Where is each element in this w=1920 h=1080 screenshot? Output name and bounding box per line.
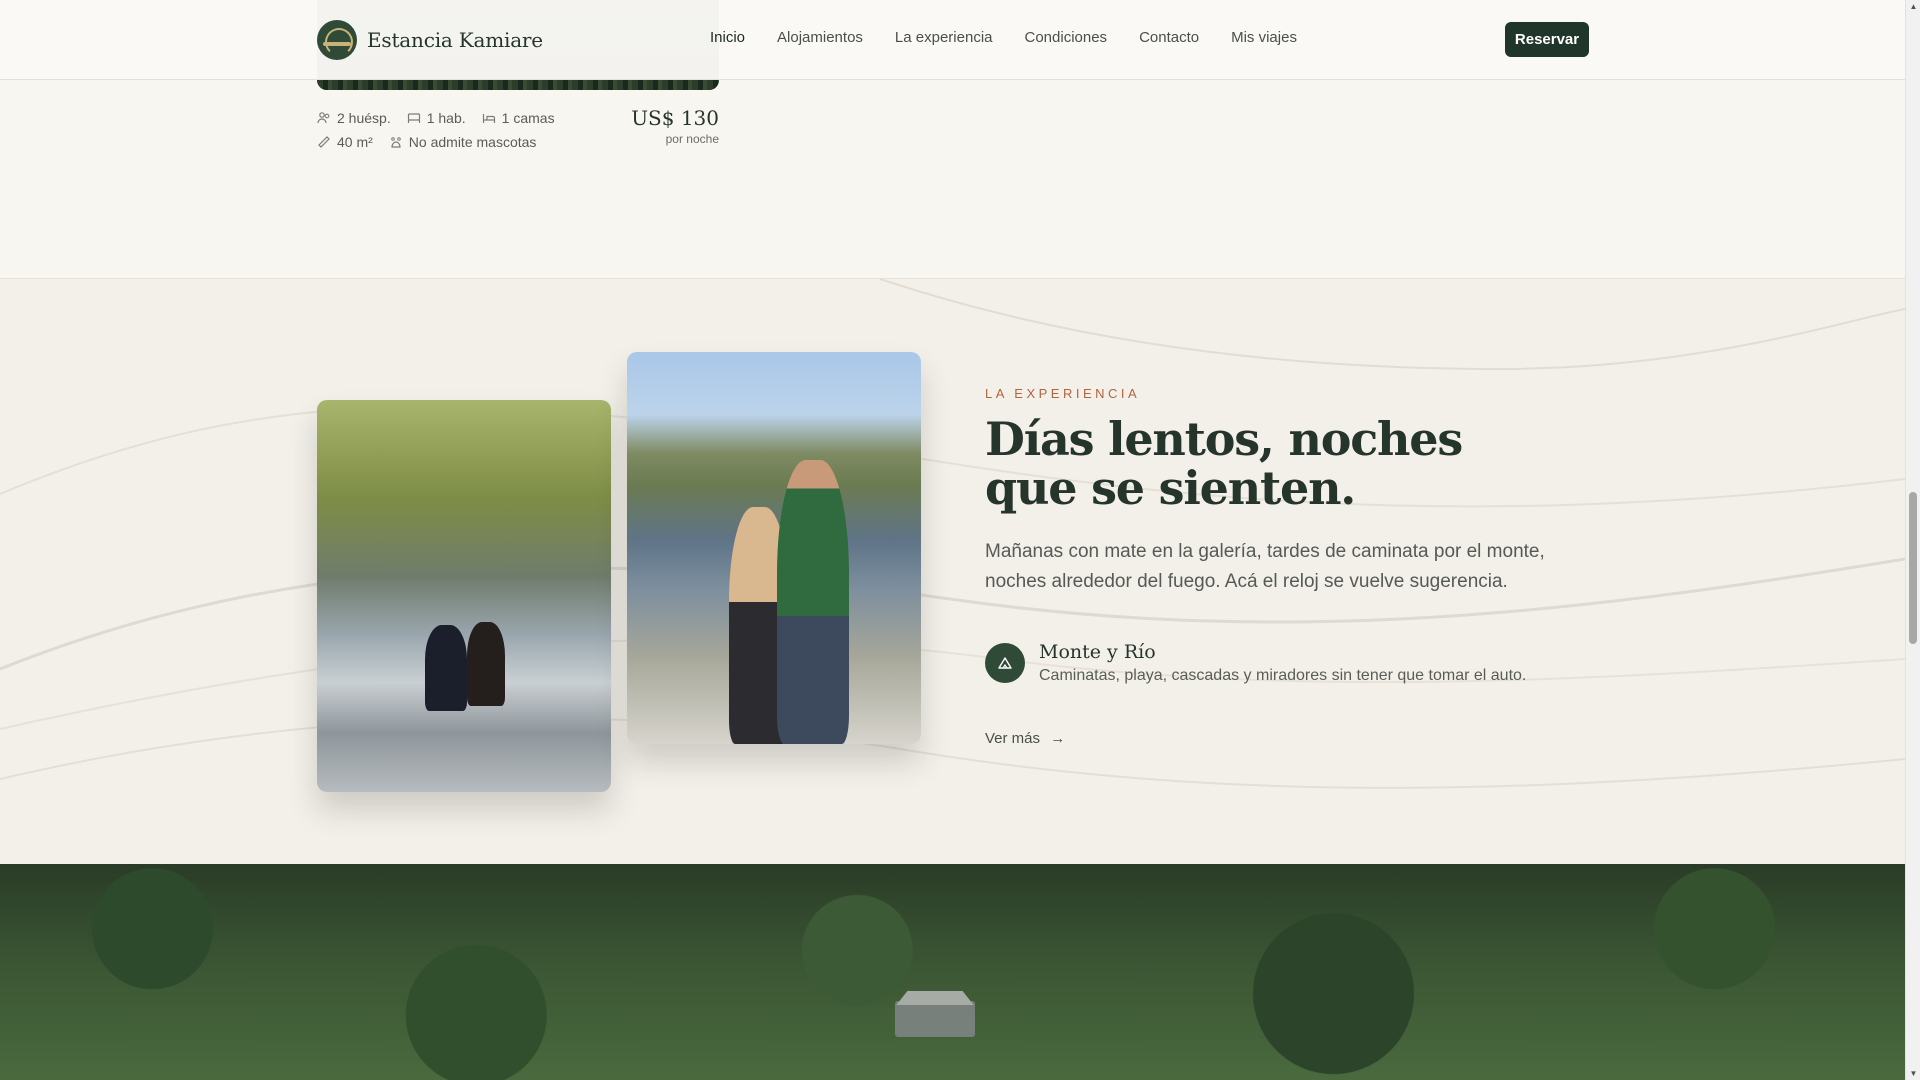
scroll-up-arrow-icon[interactable]: ▲ [1909,2,1918,11]
logo-emblem-icon [317,20,357,60]
nav-item-condiciones[interactable]: Condiciones [1025,29,1108,46]
spec-rooms: 1 hab. [407,110,466,126]
section-lead: Mañanas con mate en la galería, tardes d… [985,541,1545,592]
bed-icon [482,111,496,125]
mountain-icon [985,643,1025,683]
spec-beds: 1 camas [482,110,555,126]
scroll-down-arrow-icon[interactable]: ▼ [1909,1069,1918,1078]
house-roof-shape [895,1001,975,1037]
photo-couple-standing-river [627,352,921,744]
nav-item-la-experiencia[interactable]: La experiencia [895,29,993,46]
feature-description: Caminatas, playa, cascadas y miradores s… [1039,667,1527,684]
reserve-button[interactable]: Reservar [1505,22,1589,57]
feature-title: Monte y Río [1039,641,1156,663]
aerial-forest-image [0,864,1905,1080]
price-value: US$ 130 [631,106,719,130]
see-more-link[interactable]: Ver más → [985,730,1065,747]
arrow-right-icon: → [1050,730,1066,747]
experience-section: LA EXPERIENCIA Días lentos, noches que s… [0,278,1905,864]
bedroom-icon [407,111,421,125]
price-unit: por noche [665,132,719,146]
brand-logo[interactable]: Estancia Kamiare [317,20,543,60]
nav-item-inicio[interactable]: Inicio [710,29,745,46]
main-nav: Inicio Alojamientos La experiencia Condi… [710,29,1297,46]
feature-monte-rio: Monte y Río Caminatas, playa, cascadas y… [985,640,1526,685]
nav-item-mis-viajes[interactable]: Mis viajes [1231,29,1297,46]
paw-icon [389,135,403,149]
section-heading: Días lentos, noches que se sienten. [985,412,1463,515]
nav-item-contacto[interactable]: Contacto [1139,29,1199,46]
listing-specs: 2 huésp. 1 hab. 1 camas 40 m² No admite … [317,106,719,154]
page-scrollbar[interactable]: ▲ ▼ [1905,0,1920,1080]
spec-guests: 2 huésp. [317,110,391,126]
site-header: Estancia Kamiare Inicio Alojamientos La … [0,0,1905,80]
listing-price: US$ 130 por noche [631,106,719,146]
spec-pets: No admite mascotas [389,134,536,150]
guests-icon [317,111,331,125]
nav-item-alojamientos[interactable]: Alojamientos [777,29,863,46]
spec-area: 40 m² [317,134,373,150]
ruler-icon [317,135,331,149]
decorative-wave-lines [0,279,1905,789]
section-eyebrow: LA EXPERIENCIA [985,386,1141,401]
brand-name: Estancia Kamiare [367,28,543,52]
photo-river-couple-sitting [317,400,611,792]
scrollbar-thumb[interactable] [1909,492,1917,644]
